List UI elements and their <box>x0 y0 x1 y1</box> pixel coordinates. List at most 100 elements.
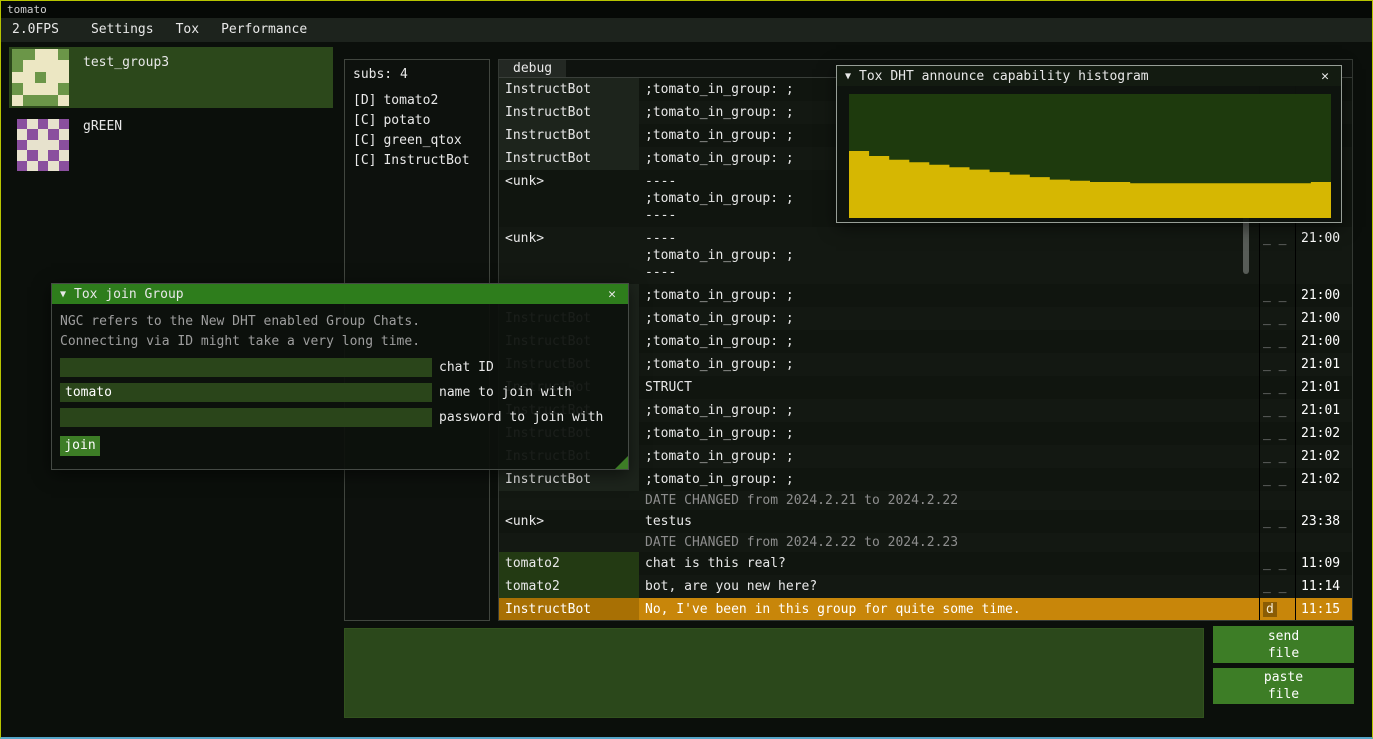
avatar-pixel <box>27 119 37 129</box>
member-tomato2[interactable]: [D] tomato2 <box>345 91 489 111</box>
join-window-titlebar[interactable]: ▼ Tox join Group ✕ <box>52 284 628 304</box>
message-author: InstructBot <box>499 468 639 491</box>
member-name: InstructBot <box>383 153 469 168</box>
group-name: test_group3 <box>83 55 169 108</box>
avatar-pixel <box>27 140 37 150</box>
message-row[interactable]: InstructBot;tomato_in_group: ;_ _21:02 <box>499 468 1352 491</box>
message-text: ;tomato_in_group: ; <box>639 399 1259 422</box>
message-time: 23:38 <box>1295 510 1352 533</box>
message-row[interactable]: tomato2bot, are you new here?_ _11:14 <box>499 575 1352 598</box>
join-group-window: ▼ Tox join Group ✕ NGC refers to the New… <box>51 283 629 470</box>
collapse-arrow-icon[interactable]: ▼ <box>845 71 851 82</box>
paste-file-button[interactable]: paste file <box>1213 668 1354 704</box>
message-row[interactable]: InstructBotNo, I've been in this group f… <box>499 598 1352 620</box>
avatar-pixel <box>48 150 58 160</box>
message-input[interactable] <box>344 628 1204 718</box>
message-text: ;tomato_in_group: ; <box>639 468 1259 491</box>
message-row[interactable]: <unk>testus_ _23:38 <box>499 510 1352 533</box>
message-row[interactable]: <unk>---- ;tomato_in_group: ; ----_ _21:… <box>499 227 1352 284</box>
message-author: InstructBot <box>499 598 639 620</box>
avatar-pixel <box>23 95 34 106</box>
collapse-arrow-icon[interactable]: ▼ <box>60 289 66 300</box>
message-flags <box>1259 491 1295 510</box>
message-flags: _ _ <box>1259 422 1295 445</box>
member-green-qtox[interactable]: [C]green_qtox <box>345 131 489 151</box>
close-icon[interactable]: ✕ <box>604 287 620 302</box>
group-avatar <box>12 49 69 106</box>
window-titlebar[interactable]: tomato <box>1 1 1372 18</box>
message-text: ;tomato_in_group: ; <box>639 307 1259 330</box>
avatar-pixel <box>35 60 46 71</box>
avatar-pixel <box>12 60 23 71</box>
join-password-input[interactable] <box>60 408 432 427</box>
chat-id-input[interactable] <box>60 358 432 377</box>
message-text: ---- ;tomato_in_group: ; ---- <box>639 227 1259 284</box>
app-window: tomato 2.0FPS Settings Tox Performance t… <box>0 0 1373 739</box>
menu-item-performance[interactable]: Performance <box>210 18 318 42</box>
message-author <box>499 533 639 552</box>
avatar-pixel <box>17 140 27 150</box>
message-author: InstructBot <box>499 78 639 101</box>
message-author: InstructBot <box>499 124 639 147</box>
message-time: 21:01 <box>1295 399 1352 422</box>
avatar-pixel <box>46 95 57 106</box>
member-tag: [C] <box>353 113 376 128</box>
message-text: ;tomato_in_group: ; <box>639 284 1259 307</box>
message-row[interactable]: tomato2chat is this real?_ _11:09 <box>499 552 1352 575</box>
message-time: 21:00 <box>1295 307 1352 330</box>
message-flags: _ _ <box>1259 330 1295 353</box>
resize-grip[interactable] <box>615 456 628 469</box>
member-potato[interactable]: [C] potato <box>345 111 489 131</box>
join-window-title: Tox join Group <box>74 287 604 302</box>
join-name-label: name to join with <box>439 385 572 400</box>
message-flags: _ _ <box>1259 307 1295 330</box>
message-text: chat is this real? <box>639 552 1259 575</box>
avatar-pixel <box>23 72 34 83</box>
avatar-pixel <box>59 129 69 139</box>
date-separator-row[interactable]: DATE CHANGED from 2024.2.22 to 2024.2.23 <box>499 533 1352 552</box>
group-item-test-group3[interactable]: test_group3 <box>9 47 333 108</box>
join-name-input[interactable] <box>60 383 432 402</box>
menu-item-settings[interactable]: Settings <box>80 18 165 42</box>
member-name: potato <box>383 113 430 128</box>
message-time: 21:00 <box>1295 284 1352 307</box>
avatar-pixel <box>38 129 48 139</box>
menu-item-tox[interactable]: Tox <box>165 18 210 42</box>
avatar-pixel <box>12 49 23 60</box>
histogram-plot <box>849 94 1331 218</box>
message-author: <unk> <box>499 510 639 533</box>
send-file-button[interactable]: send file <box>1213 626 1354 663</box>
avatar-pixel <box>17 119 27 129</box>
join-button[interactable]: join <box>60 436 100 456</box>
avatar-pixel <box>27 150 37 160</box>
member-tag: [D] <box>353 93 376 108</box>
histogram-plot-svg <box>849 94 1331 218</box>
date-separator-text: DATE CHANGED from 2024.2.22 to 2024.2.23 <box>639 533 1259 552</box>
histogram-window-titlebar[interactable]: ▼ Tox DHT announce capability histogram … <box>837 66 1341 86</box>
histogram-bars-path <box>849 151 1331 218</box>
message-flags: _ _ <box>1259 353 1295 376</box>
member-instructbot[interactable]: [C]InstructBot <box>345 151 489 171</box>
close-icon[interactable]: ✕ <box>1317 69 1333 84</box>
avatar-pixel <box>46 72 57 83</box>
message-author: tomato2 <box>499 575 639 598</box>
group-item-green[interactable]: gREEN <box>9 113 333 171</box>
message-flags: _ _ <box>1259 468 1295 491</box>
avatar-pixel <box>27 161 37 171</box>
date-separator-row[interactable]: DATE CHANGED from 2024.2.21 to 2024.2.22 <box>499 491 1352 510</box>
avatar-pixel <box>12 95 23 106</box>
avatar-pixel <box>23 60 34 71</box>
message-time <box>1295 491 1352 510</box>
avatar-pixel <box>35 72 46 83</box>
group-avatar <box>17 119 69 171</box>
member-name: tomato2 <box>383 93 438 108</box>
menu-bar: 2.0FPS Settings Tox Performance <box>1 18 1372 42</box>
message-text: ;tomato_in_group: ; <box>639 422 1259 445</box>
message-author: tomato2 <box>499 552 639 575</box>
avatar-pixel <box>17 129 27 139</box>
message-flags: _ _ <box>1259 445 1295 468</box>
message-flags: d <box>1259 598 1295 620</box>
avatar-pixel <box>59 150 69 160</box>
tab-debug[interactable]: debug <box>499 60 566 77</box>
message-text: ;tomato_in_group: ; <box>639 445 1259 468</box>
